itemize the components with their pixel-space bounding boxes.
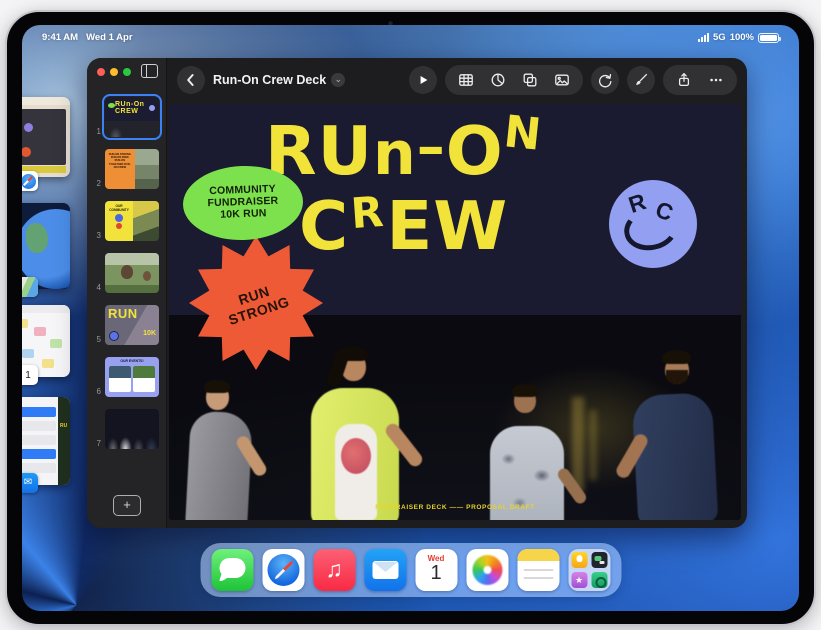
close-window-button[interactable] (97, 68, 105, 76)
status-date: Wed 1 Apr (86, 32, 132, 43)
window-controls (97, 68, 131, 76)
maps-app-icon[interactable] (22, 277, 38, 297)
document-title[interactable]: Run-On Crew Deck ⌄ (213, 73, 345, 87)
tips-mini-icon (571, 552, 587, 568)
slide-thumbnail-7[interactable]: 7 (87, 404, 166, 456)
table-button[interactable] (451, 65, 481, 95)
signal-icon (698, 33, 709, 42)
runner-neon-jacket (301, 346, 411, 520)
star-app-mini-icon: ★ (571, 572, 587, 588)
format-brush-button[interactable] (627, 66, 655, 94)
minimize-window-button[interactable] (110, 68, 118, 76)
insert-tools-group (445, 65, 583, 95)
ipad-device: 9:41 AM Wed 1 Apr 5G 100% (5, 10, 816, 626)
chevron-down-icon[interactable]: ⌄ (331, 73, 345, 87)
safari-page-preview (22, 109, 66, 165)
safari-app-icon[interactable] (22, 171, 38, 191)
dock: ♫ Wed 1 ★ (200, 543, 621, 597)
messages-app-icon[interactable] (211, 549, 253, 591)
play-button[interactable] (409, 66, 437, 94)
more-button[interactable] (701, 65, 731, 95)
mail-dock-icon[interactable] (364, 549, 406, 591)
slide-thumbnail-3[interactable]: 3 OUR COMMUNITY (87, 196, 166, 248)
slide-number: 3 (91, 231, 101, 240)
rc-smiley-sticker[interactable]: R C (609, 180, 697, 268)
slide-thumbnail-6[interactable]: 6 OUR EVENTS! (87, 352, 166, 404)
slide-thumbnail-1[interactable]: 1 RUn-On CREW (87, 92, 166, 144)
status-time: 9:41 AM (42, 32, 78, 43)
shapes-button[interactable] (515, 65, 545, 95)
stage-thumb-mail[interactable]: RU (22, 397, 70, 485)
slide-number: 2 (91, 179, 101, 188)
runner-gray-shirt (180, 380, 260, 520)
background-window-sliver: RU (58, 397, 70, 485)
runner-navy-shirt (627, 352, 727, 520)
share-more-group (663, 65, 737, 95)
zoom-window-button[interactable] (123, 68, 131, 76)
calendar-app-icon[interactable]: 1 (22, 365, 38, 385)
slide-number: 1 (91, 127, 101, 136)
photo-booth-mini-icon (591, 552, 607, 568)
slide-number: 6 (91, 387, 101, 396)
safari-dock-icon[interactable] (262, 549, 304, 591)
mail-app-icon[interactable]: ✉ (22, 473, 38, 493)
photos-app-icon[interactable] (466, 549, 508, 591)
slide-number: 7 (91, 439, 101, 448)
chart-button[interactable] (483, 65, 513, 95)
status-bar: 9:41 AM Wed 1 Apr 5G 100% (22, 32, 799, 46)
slide-1-editor[interactable]: RUn–ON CREW COMMUNITY FUNDRAISER 10K RUN (169, 104, 741, 520)
slide-thumbnail-2[interactable]: 2 RUN-ON STRONG RUN-ON FREE RUN-ON TOGET… (87, 144, 166, 196)
app-folder-icon[interactable]: ★ (568, 549, 610, 591)
slide-number: 5 (91, 335, 101, 344)
slide-canvas: RUn–ON CREW COMMUNITY FUNDRAISER 10K RUN (167, 102, 747, 528)
slide-thumbnail-5[interactable]: 5 RUN 10K (87, 300, 166, 352)
notes-app-icon[interactable] (517, 549, 559, 591)
slide-navigator: 1 RUn-On CREW 2 RUN-ON STRONG RUN-ON FRE… (87, 58, 167, 528)
add-slide-button[interactable]: + (113, 495, 141, 516)
calendar-dock-icon[interactable]: Wed 1 (415, 549, 457, 591)
screen-wallpaper: 9:41 AM Wed 1 Apr 5G 100% (22, 25, 799, 611)
stage-thumb-safari[interactable] (22, 97, 70, 177)
media-button[interactable] (547, 65, 577, 95)
slide-thumbnail-list: 1 RUn-On CREW 2 RUN-ON STRONG RUN-ON FRE… (87, 92, 166, 456)
battery-percent: 100% (730, 32, 754, 43)
slide-footer-caption[interactable]: FUNDRAISER DECK —— PROPOSAL DRAFT (169, 504, 741, 511)
sidebar-toggle-icon[interactable] (141, 64, 158, 78)
slide-number: 4 (91, 283, 101, 292)
podcasts-mini-icon (591, 572, 607, 588)
keynote-toolbar: Run-On Crew Deck ⌄ (167, 58, 747, 102)
music-app-icon[interactable]: ♫ (313, 549, 355, 591)
runner-camo-jacket (484, 386, 576, 520)
back-button[interactable] (177, 66, 205, 94)
network-label: 5G (713, 32, 726, 43)
share-button[interactable] (669, 65, 699, 95)
battery-icon (758, 33, 779, 43)
keynote-window: 1 RUn-On CREW 2 RUN-ON STRONG RUN-ON FRE… (87, 58, 747, 528)
slide-thumbnail-4[interactable]: 4 (87, 248, 166, 300)
undo-button[interactable] (591, 66, 619, 94)
